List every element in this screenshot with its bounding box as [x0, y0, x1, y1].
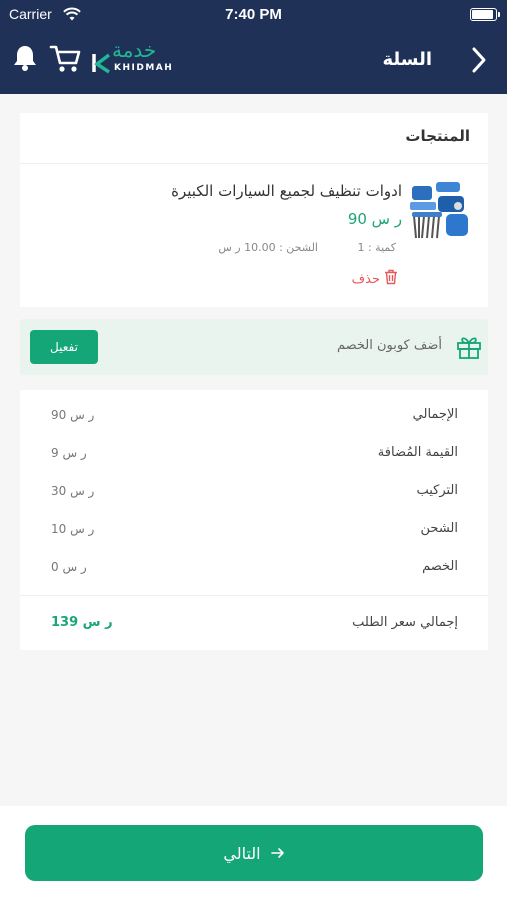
product-name[interactable]: ادوات تنظيف لجميع السيارات الكبيرة	[171, 182, 402, 200]
battery-icon	[470, 8, 500, 21]
delete-label: حذف	[351, 271, 380, 287]
order-summary-card: الإجمالي 90 ر س القيمة المُضافة 9 ر س ال…	[20, 390, 488, 650]
logo-arabic-text: خدمة	[112, 38, 157, 62]
cart-icon[interactable]	[49, 44, 81, 78]
trash-icon	[384, 269, 398, 289]
next-button-label: التالي	[223, 843, 261, 863]
product-quantity: كمية : 1	[357, 241, 396, 254]
summary-row-value: 10 ر س	[51, 522, 95, 536]
order-total-value: 139 ر س	[51, 615, 113, 630]
logo-mark-icon	[92, 52, 112, 78]
next-button[interactable]: التالي	[25, 825, 483, 881]
clock: 7:40 PM	[225, 6, 282, 23]
status-bar: Carrier 7:40 PM	[0, 0, 507, 30]
summary-row-label: القيمة المُضافة	[377, 445, 458, 460]
order-total-label: إجمالي سعر الطلب	[352, 615, 458, 630]
bell-icon[interactable]	[12, 44, 38, 76]
summary-row-value: 90 ر س	[51, 408, 95, 422]
divider	[20, 163, 488, 164]
summary-row-value: 30 ر س	[51, 484, 95, 498]
summary-row-value: 9 ر س	[51, 446, 87, 460]
divider	[20, 595, 488, 596]
activate-coupon-button[interactable]: تفعيل	[30, 330, 98, 364]
products-section-title: المنتجات	[405, 127, 470, 145]
product-shipping: الشحن : 10.00 ر س	[218, 241, 318, 254]
coupon-label: أضف كوبون الخصم	[336, 338, 442, 353]
product-price: 90 ر س	[347, 210, 402, 228]
product-image[interactable]	[406, 178, 474, 244]
summary-row-label: الشحن	[420, 521, 458, 536]
delete-button[interactable]: حذف	[352, 269, 398, 289]
arrow-right-icon	[270, 844, 285, 863]
chevron-right-icon[interactable]	[470, 46, 488, 78]
logo-english-text: KHIDMAH	[114, 63, 174, 73]
page-title: السلة	[382, 49, 432, 70]
summary-row-label: الإجمالي	[412, 407, 458, 422]
summary-row-label: التركيب	[416, 483, 458, 498]
app-header: Carrier 7:40 PM خدمة KHIDMAH السلة	[0, 0, 507, 94]
gift-icon	[456, 334, 482, 364]
khidmah-logo: خدمة KHIDMAH	[92, 38, 188, 78]
summary-row-label: الخصم	[422, 559, 458, 574]
summary-row-value: 0 ر س	[51, 560, 87, 574]
coupon-bar: أضف كوبون الخصم تفعيل	[20, 319, 488, 375]
products-card: المنتجات ادوات تنظيف لجميع السيارات الكب…	[20, 113, 488, 307]
bottom-panel: التالي	[0, 806, 507, 900]
